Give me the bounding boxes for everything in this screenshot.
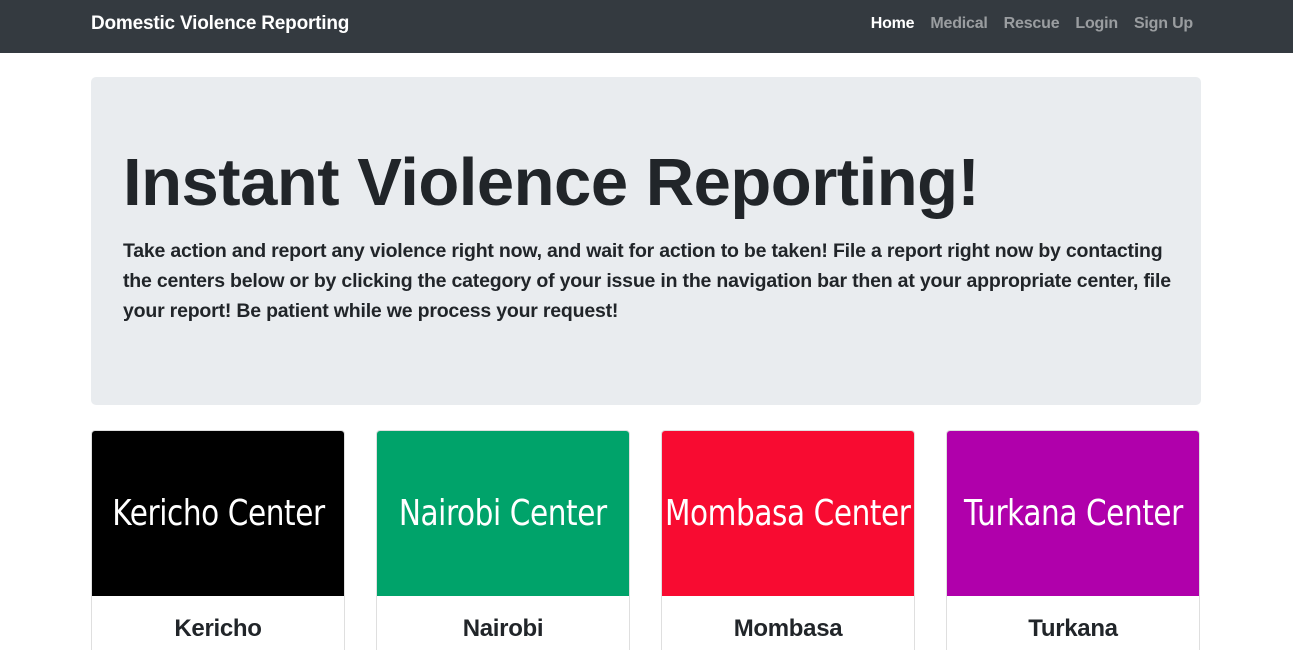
nav-link-login[interactable]: Login <box>1075 15 1118 33</box>
nav-link-medical[interactable]: Medical <box>930 15 987 33</box>
center-card-title: Nairobi <box>462 615 544 642</box>
center-card-title: Mombasa <box>733 615 843 642</box>
center-card-image-text: Mombasa Center <box>665 493 911 534</box>
center-card-kericho[interactable]: Kericho Center Kericho <box>91 430 345 650</box>
hero-title: Instant Violence Reporting! <box>123 145 980 220</box>
center-card-turkana[interactable]: Turkana Center Turkana <box>946 430 1200 650</box>
hero-description: Take action and report any violence righ… <box>123 240 1171 322</box>
center-card-image[interactable]: Turkana Center <box>947 431 1199 596</box>
nav-link-rescue[interactable]: Rescue <box>1004 15 1060 33</box>
navbar-brand[interactable]: Domestic Violence Reporting <box>91 13 349 35</box>
center-card-title: Kericho <box>174 615 262 642</box>
center-card-image-text: Kericho Center <box>111 493 325 534</box>
hero-jumbotron: Instant Violence Reporting! Take action … <box>91 77 1201 405</box>
navbar: Domestic Violence Reporting Home Medical… <box>0 0 1293 53</box>
nav-links: Home Medical Rescue Login Sign Up <box>871 15 1193 33</box>
center-card-title: Turkana <box>1028 615 1118 642</box>
center-card-image-text: Nairobi Center <box>399 493 607 534</box>
center-card-nairobi[interactable]: Nairobi Center Nairobi <box>376 430 630 650</box>
center-card-mombasa[interactable]: Mombasa Center Mombasa <box>661 430 915 650</box>
center-card-image-text: Turkana Center <box>963 493 1183 534</box>
center-card-image[interactable]: Mombasa Center <box>662 431 914 596</box>
nav-link-home[interactable]: Home <box>871 15 915 33</box>
center-card-image[interactable]: Kericho Center <box>92 431 344 596</box>
center-card-image[interactable]: Nairobi Center <box>377 431 629 596</box>
nav-link-signup[interactable]: Sign Up <box>1134 15 1193 33</box>
